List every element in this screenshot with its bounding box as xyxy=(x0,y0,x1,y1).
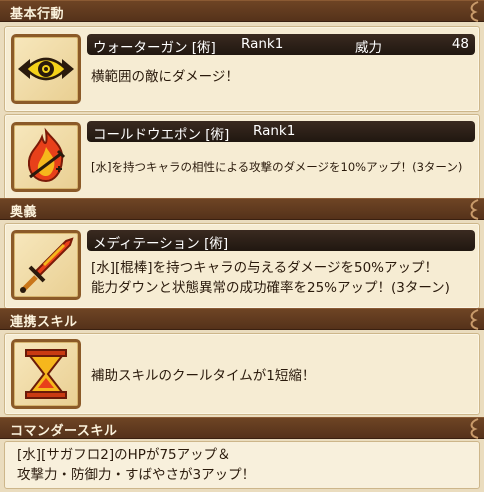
section-header-basic: 基本行動 xyxy=(0,0,484,22)
renkei-card[interactable]: 補助スキルのクールタイムが1短縮！ xyxy=(4,333,480,415)
skill-title-bar: メディテーション [術] xyxy=(87,230,475,252)
skill-icon-frame xyxy=(11,230,81,300)
section-header-commander: コマンダースキル xyxy=(0,417,484,439)
skill-description: 横範囲の敵にダメージ！ xyxy=(91,69,239,85)
scroll-curl-icon xyxy=(470,309,479,330)
skill-name: ウォーターガン [術] xyxy=(93,40,216,56)
scroll-curl-icon xyxy=(470,1,479,22)
skill-power-value: 48 xyxy=(451,36,469,52)
skill-title-bar: コールドウエポン [術] Rank1 xyxy=(87,121,475,143)
skill-card-cold-weapon[interactable]: コールドウエポン [術] Rank1 [水]を持つキャラの相性による攻撃のダメー… xyxy=(4,114,480,200)
skill-icon-frame xyxy=(11,34,81,104)
hourglass-icon xyxy=(25,349,67,399)
section-header-renkei: 連携スキル xyxy=(0,308,484,330)
skill-name: メディテーション [術] xyxy=(93,236,229,252)
cold-weapon-flame-icon xyxy=(27,127,66,183)
section-header-ougi: 奥義 xyxy=(0,198,484,220)
skill-card-water-gun[interactable]: ウォーターガン [術] Rank1 威力 48 横範囲の敵にダメージ！ xyxy=(4,26,480,112)
skill-rank: Rank1 xyxy=(241,36,284,52)
section-title: コマンダースキル xyxy=(10,424,118,439)
commander-skill-box: [水][サガフロ2]のHPが75アップ＆ 攻撃力・防御力・すばやさが3アップ！ xyxy=(4,441,480,489)
ougi-card-meditation[interactable]: メディテーション [術] [水][棍棒]を持つキャラの与えるダメージを50%アッ… xyxy=(4,223,480,309)
water-gun-eye-icon xyxy=(18,57,74,81)
skill-rank: Rank1 xyxy=(253,123,296,139)
renkei-description: 補助スキルのクールタイムが1短縮！ xyxy=(91,368,316,384)
skill-description-line1: [水][棍棒]を持つキャラの与えるダメージを50%アップ！ xyxy=(91,260,438,276)
section-title: 連携スキル xyxy=(10,315,78,330)
skill-icon-frame xyxy=(11,339,81,409)
section-title: 奥義 xyxy=(10,205,38,220)
skill-icon-frame xyxy=(11,122,81,192)
scroll-curl-icon xyxy=(470,199,479,220)
skill-title-bar: ウォーターガン [術] Rank1 威力 48 xyxy=(87,34,475,56)
scroll-curl-icon xyxy=(470,418,479,439)
commander-line1: [水][サガフロ2]のHPが75アップ＆ xyxy=(17,447,231,463)
skill-description-line2: 能力ダウンと状態異常の成功確率を25%アップ！(3ターン) xyxy=(91,280,450,296)
commander-line2: 攻撃力・防御力・すばやさが3アップ！ xyxy=(17,467,256,483)
skill-description: [水]を持つキャラの相性による攻撃のダメージを10%アップ！(3ターン) xyxy=(91,160,463,174)
skill-detail-panel: 基本行動 ウォーターガン [術] Rank1 威力 48 横範囲の敵にダメージ！ xyxy=(0,0,484,492)
section-title: 基本行動 xyxy=(10,7,65,22)
skill-name: コールドウエポン [術] xyxy=(93,127,230,143)
skill-power-label: 威力 xyxy=(355,40,382,56)
sword-icon xyxy=(20,237,74,293)
